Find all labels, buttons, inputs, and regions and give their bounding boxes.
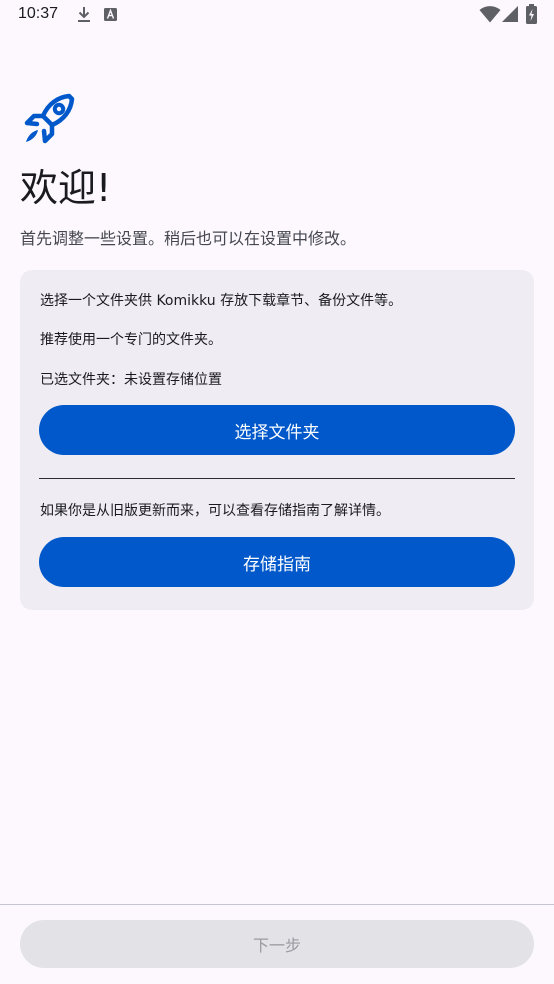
storage-guide-button-label: 存储指南 <box>243 554 311 575</box>
bottom-divider <box>0 904 554 905</box>
storage-guide-button[interactable]: 存储指南 <box>39 537 515 587</box>
keyboard-a-icon <box>104 8 117 21</box>
selected-folder-text: 已选文件夹：未设置存储位置 <box>40 372 222 388</box>
wifi-icon <box>479 6 501 23</box>
storage-description: 选择一个文件夹供 Komikku 存放下载章节、备份文件等。 <box>40 293 403 309</box>
download-icon <box>78 7 90 22</box>
next-button-label: 下一步 <box>252 936 301 955</box>
status-bar: 10:37 <box>0 0 554 30</box>
choose-folder-button[interactable]: 选择文件夹 <box>39 405 515 455</box>
page-subtitle: 首先调整一些设置。稍后也可以在设置中修改。 <box>20 229 357 248</box>
storage-settings-card: 选择一个文件夹供 Komikku 存放下载章节、备份文件等。 推荐使用一个专门的… <box>20 270 534 610</box>
signal-icon <box>502 6 518 22</box>
rocket-icon <box>24 93 75 144</box>
storage-recommendation: 推荐使用一个专门的文件夹。 <box>40 332 222 348</box>
choose-folder-button-label: 选择文件夹 <box>234 422 320 443</box>
status-time: 10:37 <box>18 5 59 22</box>
page-title: 欢迎! <box>20 166 112 210</box>
divider <box>39 478 515 479</box>
next-button[interactable]: 下一步 <box>20 920 534 968</box>
upgrade-hint-text: 如果你是从旧版更新而来，可以查看存储指南了解详情。 <box>40 503 390 519</box>
battery-charging-icon <box>526 4 537 24</box>
